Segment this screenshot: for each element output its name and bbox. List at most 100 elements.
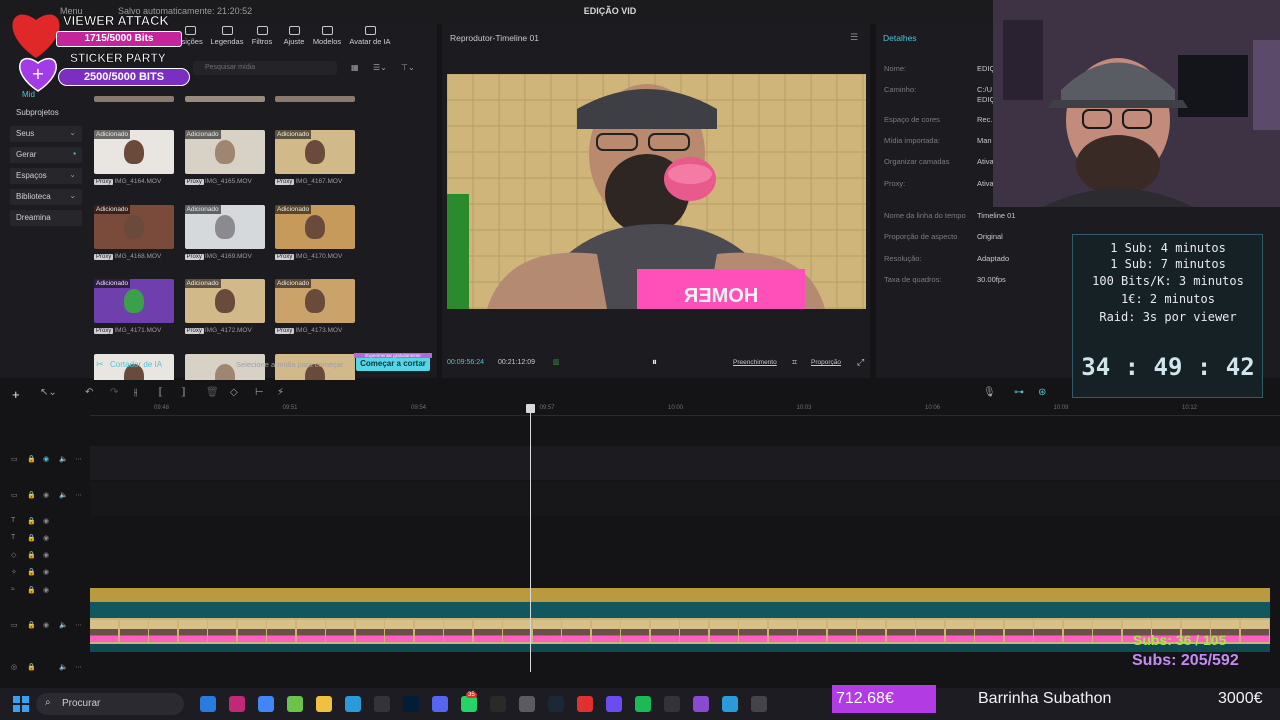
app-icon[interactable] <box>287 696 303 712</box>
epic-icon[interactable] <box>490 696 506 712</box>
widgets-icon[interactable] <box>200 696 216 712</box>
trim-right-icon[interactable]: ⟧ <box>181 387 186 398</box>
audio-icon[interactable]: 🔈 <box>59 455 68 463</box>
app-icon[interactable] <box>693 696 709 712</box>
mic-icon[interactable]: 🎙 <box>983 387 996 398</box>
media-thumb[interactable]: Adicionado <box>275 279 355 323</box>
app-icon[interactable] <box>577 696 593 712</box>
track-type-icon[interactable]: ≈ <box>11 586 15 593</box>
capcut-icon[interactable] <box>374 696 390 712</box>
sidebar-item-library[interactable]: Biblioteca ⌄ <box>10 189 82 205</box>
lock-icon[interactable]: 🔒 <box>27 586 36 594</box>
media-thumb[interactable]: Adicionado <box>184 204 265 249</box>
media-search-input[interactable]: Pesquisar mídia <box>193 61 337 75</box>
app-icon[interactable] <box>606 696 622 712</box>
media-thumb[interactable]: Adicionado <box>94 279 174 323</box>
notepad-icon[interactable] <box>722 696 738 712</box>
start-cutting-button[interactable]: Experimentar gratuitamente Começar a cort… <box>354 353 432 371</box>
track-type-icon[interactable]: T <box>11 534 15 541</box>
audio-icon[interactable]: 🔈 <box>59 663 68 671</box>
select-tool-icon[interactable]: ↖⌄ <box>40 387 57 398</box>
track-type-icon[interactable]: ✧ <box>11 568 17 576</box>
media-thumb[interactable] <box>94 96 174 102</box>
redo-icon[interactable]: ↷ <box>110 387 118 398</box>
sidebar-item-subprojects[interactable]: Subprojetos <box>10 105 82 121</box>
link-icon[interactable]: ⊶ <box>1014 387 1024 398</box>
folder-icon[interactable] <box>316 696 332 712</box>
playhead[interactable] <box>526 404 535 672</box>
audio-icon[interactable]: 🔈 <box>59 491 68 499</box>
lock-icon[interactable]: 🔒 <box>27 517 36 525</box>
undo-icon[interactable]: ↶ <box>85 387 93 398</box>
calculator-icon[interactable] <box>345 696 361 712</box>
fullscreen-icon[interactable]: ⤢ <box>857 357 864 368</box>
screenshot-icon[interactable]: ⌗ <box>792 357 797 368</box>
eye-icon[interactable]: ◉ <box>43 568 49 576</box>
lock-icon[interactable]: 🔒 <box>27 455 36 463</box>
video-clip[interactable] <box>90 618 1270 644</box>
sort-icon[interactable]: ☰⌄ <box>373 63 387 72</box>
fill-button[interactable]: Preenchimento <box>733 359 777 366</box>
audio-clip[interactable] <box>90 588 1270 602</box>
whatsapp-icon[interactable] <box>461 696 477 712</box>
obs-icon[interactable] <box>519 696 535 712</box>
marker-icon[interactable]: ◇ <box>230 387 238 398</box>
timeline-ruler[interactable]: 09:48 09:51 09:54 09:57 10:00 10:03 10:06 10:09… <box>90 404 1280 416</box>
delete-icon[interactable]: 🗑 <box>206 387 219 398</box>
more-icon[interactable]: ⋯ <box>75 455 82 463</box>
captions-tab[interactable]: Legendas <box>207 26 247 46</box>
track-type-icon[interactable]: ▭ <box>11 621 18 629</box>
spotify-icon[interactable] <box>635 696 651 712</box>
eye-icon[interactable]: ◉ <box>43 551 49 559</box>
trim-left-icon[interactable]: ⟦ <box>158 387 163 398</box>
media-thumb[interactable] <box>275 96 355 102</box>
freeze-icon[interactable]: ⊢ <box>255 387 264 398</box>
eye-icon[interactable]: ◉ <box>43 621 49 629</box>
capcut-icon[interactable] <box>664 696 680 712</box>
track-type-icon[interactable]: ◎ <box>11 663 17 671</box>
sidebar-item-spaces[interactable]: Espaços ⌄ <box>10 168 82 184</box>
sidebar-item-generate[interactable]: Gerar ▪ <box>10 147 82 163</box>
lock-icon[interactable]: 🔒 <box>27 621 36 629</box>
menu-icon[interactable]: ☰ <box>850 32 858 43</box>
discord-icon[interactable] <box>432 696 448 712</box>
sidebar-item-dreamina[interactable]: Dreamina <box>10 210 82 226</box>
media-thumb[interactable] <box>185 96 265 102</box>
sidebar-item-yours[interactable]: Seus ⌄ <box>10 126 82 142</box>
more-icon[interactable]: ⋯ <box>75 621 82 629</box>
add-track-icon[interactable]: + <box>12 387 20 402</box>
eye-icon[interactable]: ◉ <box>43 491 49 499</box>
magnet-icon[interactable]: ⊛ <box>1038 387 1046 398</box>
taskbar-search[interactable]: ⌕ Procurar <box>36 693 184 715</box>
pause-button[interactable]: ⏸ <box>652 357 657 368</box>
track-type-icon[interactable]: ▭ <box>11 491 18 499</box>
track-type-icon[interactable]: ▭ <box>11 455 18 463</box>
media-thumb[interactable]: Adicionado <box>94 130 174 174</box>
steam-icon[interactable] <box>548 696 564 712</box>
media-thumb[interactable]: Adicionado <box>275 204 355 249</box>
lock-icon[interactable]: 🔒 <box>27 491 36 499</box>
eye-icon[interactable]: ◉ <box>43 534 49 542</box>
adjust-clip[interactable] <box>90 602 1270 618</box>
view-toggle-icon[interactable]: ▦ <box>351 63 359 72</box>
lock-icon[interactable]: 🔒 <box>27 663 36 671</box>
split-icon[interactable]: ⫲ <box>134 387 137 398</box>
eye-icon[interactable]: ◉ <box>43 455 49 463</box>
media-thumb[interactable]: Adicionado <box>94 204 174 249</box>
capcut-icon[interactable] <box>751 696 767 712</box>
media-thumb[interactable]: Adicionado <box>184 130 265 174</box>
audio-icon[interactable]: 🔈 <box>59 621 68 629</box>
filter-icon[interactable]: ⊤⌄ <box>401 63 415 72</box>
eye-icon[interactable]: ◉ <box>43 586 49 594</box>
media-thumb[interactable]: Adicionado <box>275 130 355 174</box>
eye-icon[interactable]: ◉ <box>43 517 49 525</box>
auto-edit-icon[interactable]: ⚡ <box>277 387 284 398</box>
ai-avatar-tab[interactable]: Avatar de IA <box>345 26 395 46</box>
windows-start-icon[interactable] <box>13 696 29 712</box>
app-icon[interactable] <box>229 696 245 712</box>
media-thumb[interactable]: Adicionado <box>184 279 265 323</box>
chrome-icon[interactable] <box>258 696 274 712</box>
track-type-icon[interactable]: T <box>11 517 15 524</box>
track-type-icon[interactable]: ◇ <box>11 551 16 559</box>
templates-tab[interactable]: Modelos <box>307 26 347 46</box>
